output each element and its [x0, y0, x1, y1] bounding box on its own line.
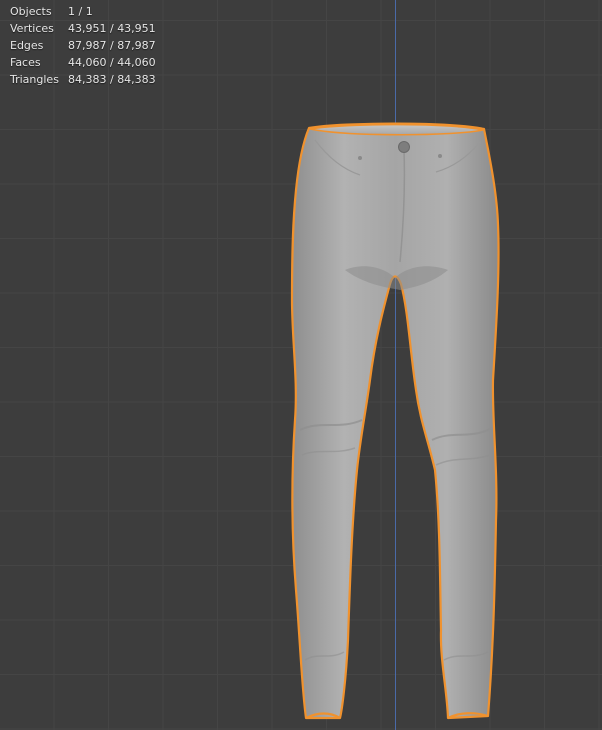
rivet-left: [358, 156, 362, 160]
3d-viewport[interactable]: Objects 1 / 1 Vertices 43,951 / 43,951 E…: [0, 0, 602, 730]
waistband: [309, 123, 484, 136]
waist-button: [398, 141, 410, 153]
rivet-right: [438, 154, 442, 158]
pants-mesh[interactable]: [0, 0, 602, 730]
pants-body: [290, 122, 500, 720]
